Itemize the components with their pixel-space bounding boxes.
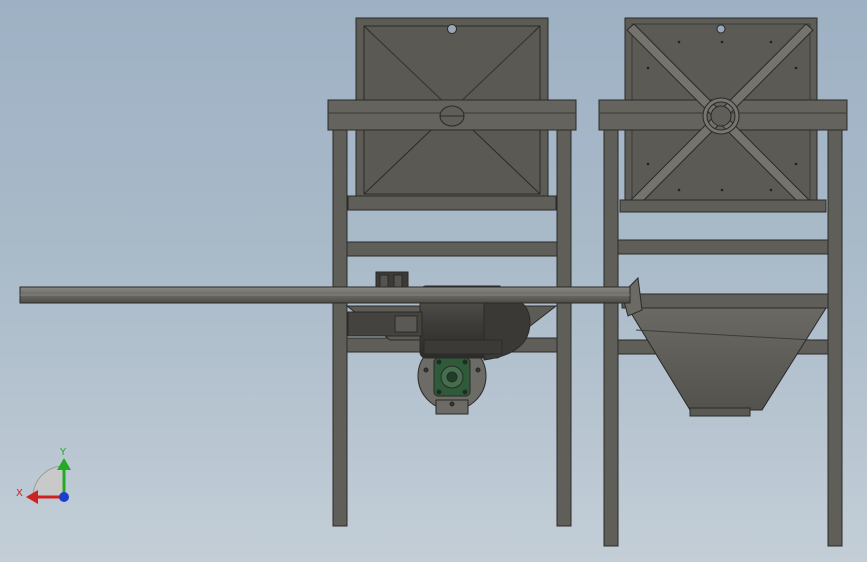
triad-x-label: X bbox=[16, 488, 23, 499]
right-hopper-lift-hole bbox=[716, 24, 726, 34]
cad-viewport[interactable]: Y X bbox=[0, 0, 867, 562]
arrow-up-icon bbox=[57, 458, 71, 470]
right-frame-leg-left bbox=[603, 127, 619, 547]
discharge-outlet bbox=[689, 407, 751, 417]
dot-icon bbox=[59, 492, 69, 502]
arrow-left-icon bbox=[26, 490, 38, 504]
right-frame-cross-beam-1 bbox=[617, 239, 829, 255]
discharge-funnel bbox=[621, 276, 829, 417]
coordinate-triad: Y X bbox=[16, 447, 71, 504]
triad-y-label: Y bbox=[59, 447, 67, 458]
right-frame-leg-right bbox=[827, 127, 843, 547]
left-frame bbox=[327, 17, 577, 527]
left-hopper-lift-hole bbox=[447, 24, 457, 34]
left-frame-cross-beam-1 bbox=[346, 241, 558, 257]
left-frame-leg-left bbox=[332, 127, 348, 527]
left-frame-leg-right bbox=[556, 127, 572, 527]
auger-pipe bbox=[19, 286, 631, 304]
